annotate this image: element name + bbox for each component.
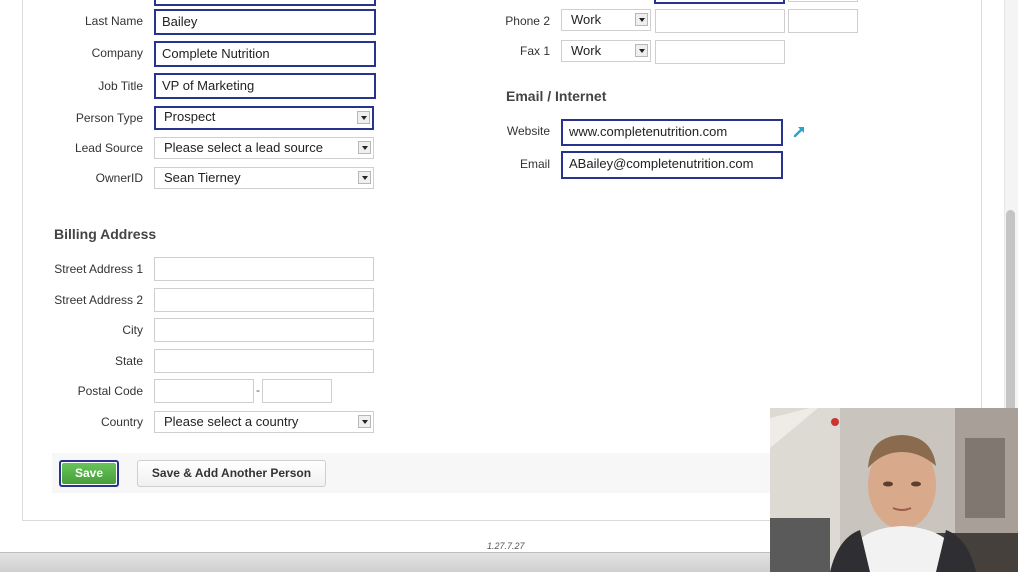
chevron-down-icon	[358, 141, 371, 154]
job-title-label: Job Title	[98, 79, 143, 93]
fax1-label: Fax 1	[519, 44, 550, 58]
phone2-label: Phone 2	[505, 14, 550, 28]
lead-source-label: Lead Source	[74, 141, 143, 155]
chevron-down-icon	[357, 111, 370, 124]
chevron-down-icon	[358, 415, 371, 428]
last-name-label: Last Name	[84, 14, 143, 28]
chevron-down-icon	[358, 171, 371, 184]
job-title-field[interactable]: VP of Marketing	[154, 73, 376, 99]
person-type-select[interactable]: Prospect	[154, 106, 374, 130]
save-button[interactable]: Save	[59, 460, 119, 487]
first-name-field-partial[interactable]	[154, 0, 376, 6]
fax1-type-select[interactable]: Work	[561, 40, 651, 62]
owner-value: Sean Tierney	[164, 170, 241, 185]
chevron-down-icon	[635, 13, 648, 26]
website-label: Website	[506, 124, 550, 138]
person-type-label: Person Type	[75, 111, 143, 125]
street1-field[interactable]	[154, 257, 374, 281]
phone1-ext-field-partial[interactable]	[788, 0, 858, 2]
company-label: Company	[91, 46, 143, 60]
fax1-type-value: Work	[571, 43, 602, 58]
owner-label: OwnerID	[95, 171, 143, 185]
city-label: City	[122, 323, 143, 337]
chevron-down-icon	[635, 44, 648, 57]
postal-code-ext-field[interactable]	[262, 379, 332, 403]
phone2-type-value: Work	[571, 12, 602, 27]
webcam-person-image	[770, 408, 1018, 572]
lead-source-select[interactable]: Please select a lead source	[154, 137, 374, 159]
state-label: State	[114, 354, 143, 368]
email-label: Email	[519, 157, 550, 171]
state-field[interactable]	[154, 349, 374, 373]
app-version: 1.27.7.27	[487, 541, 525, 551]
person-type-value: Prospect	[164, 109, 216, 124]
lead-source-value: Please select a lead source	[164, 140, 323, 155]
street2-field[interactable]	[154, 288, 374, 312]
country-value: Please select a country	[164, 414, 299, 429]
city-field[interactable]	[154, 318, 374, 342]
postal-code-label: Postal Code	[77, 384, 143, 398]
postal-code-field[interactable]	[154, 379, 254, 403]
website-field[interactable]: www.completenutrition.com	[561, 119, 783, 146]
company-field[interactable]: Complete Nutrition	[154, 41, 376, 67]
street1-label: Street Address 1	[54, 262, 143, 276]
save-button-label: Save	[62, 463, 116, 484]
billing-address-title: Billing Address	[54, 226, 157, 242]
fax1-number-field[interactable]	[655, 40, 785, 64]
country-label: Country	[100, 415, 143, 429]
postal-code-separator: -	[256, 383, 260, 397]
email-field[interactable]: ABailey@completenutrition.com	[561, 151, 783, 179]
webcam-overlay	[770, 408, 1018, 572]
phone2-number-field[interactable]	[655, 9, 785, 33]
street2-label: Street Address 2	[54, 293, 143, 307]
phone1-number-field-partial[interactable]	[654, 0, 785, 4]
phone2-type-select[interactable]: Work	[561, 9, 651, 31]
last-name-field[interactable]: Bailey	[154, 9, 376, 35]
phone2-ext-field[interactable]	[788, 9, 858, 33]
owner-select[interactable]: Sean Tierney	[154, 167, 374, 189]
country-select[interactable]: Please select a country	[154, 411, 374, 433]
save-add-another-person-button[interactable]: Save & Add Another Person	[137, 460, 326, 487]
email-internet-title: Email / Internet	[506, 88, 607, 104]
open-website-icon[interactable]	[792, 123, 808, 139]
